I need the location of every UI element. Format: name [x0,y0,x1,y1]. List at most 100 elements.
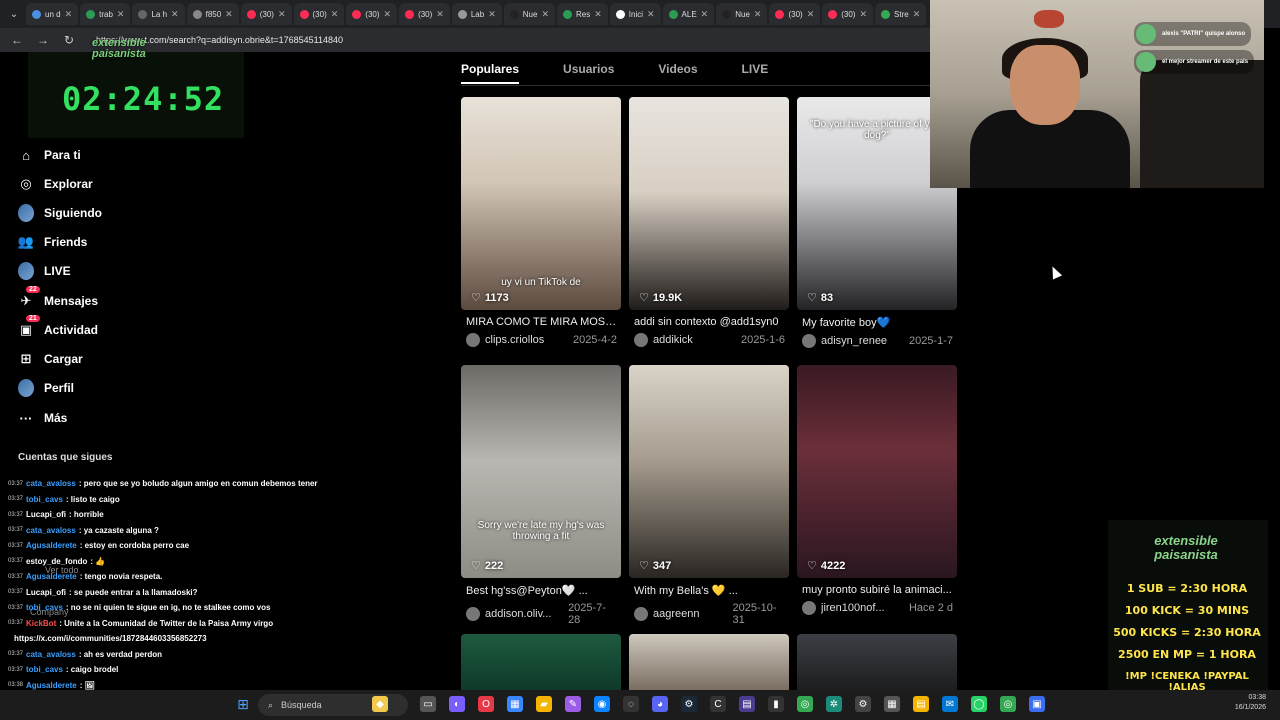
browser-tab[interactable]: Nue ✕ [716,3,768,25]
sidebar-item-home[interactable]: ⌂ Para ti [18,147,81,163]
video-card[interactable]: ♡ 347 With my Bella's 💛 ... aagreenn 2025-10… [629,365,789,626]
browser-tab[interactable]: (30) ✕ [346,3,398,25]
tab-close-icon[interactable]: ✕ [331,9,339,20]
tab-close-icon[interactable]: ✕ [807,9,815,20]
chat-username[interactable]: Agusalderete [26,681,77,690]
video-author[interactable]: aagreenn [653,608,728,620]
video-thumbnail[interactable]: ♡ 4222 [797,365,957,578]
browser-tab[interactable]: Lab ✕ [451,3,502,25]
chat-username[interactable]: Agusalderete [26,572,77,581]
sidebar-item-profile[interactable]: Perfil [18,379,74,397]
sidebar-item-live[interactable]: LIVE [18,262,71,280]
sidebar-item-explore[interactable]: ◎ Explorar [18,176,92,192]
kick-app-icon[interactable]: ✲ [826,696,842,712]
store-icon[interactable]: ▦ [507,696,523,712]
sidebar-item-upload[interactable]: ⊞ Cargar [18,351,83,367]
author-avatar[interactable] [466,333,480,347]
tab-live[interactable]: LIVE [742,62,769,84]
discord-icon[interactable]: ◕ [652,696,668,712]
browser-tab[interactable]: Nue ✕ [503,3,555,25]
video-thumbnail[interactable]: Sorry we're late my hg's was throwing a … [461,365,621,578]
tab-close-icon[interactable]: ✕ [117,9,125,20]
sidebar-item-friends[interactable]: 👥 Friends [18,234,87,250]
tab-close-icon[interactable]: ✕ [171,9,179,20]
tab-populares[interactable]: Populares [461,62,520,84]
browser-tab[interactable]: ALE ✕ [662,3,715,25]
chrome-icon[interactable]: ◎ [797,696,813,712]
video-card[interactable]: uy vi un TikTok de ♡ 1173 MIRA COMO TE MIRA… [461,97,621,347]
tab-close-icon[interactable]: ✕ [488,9,496,20]
notes-icon[interactable]: ▤ [913,696,929,712]
video-author[interactable]: adisyn_renee [821,335,901,347]
video-card[interactable]: Sorry we're late my hg's was throwing a … [461,365,621,626]
video-card[interactable] [797,634,957,690]
tab-close-icon[interactable]: ✕ [541,9,549,20]
tab-usuarios[interactable]: Usuarios [563,62,614,84]
chat-username[interactable]: cata_avaloss [26,526,76,535]
sidebar-item-messages[interactable]: ✈ 22 Mensajes [18,286,98,309]
browser-tab[interactable]: (30) ✕ [293,3,345,25]
tab-close-icon[interactable]: ✕ [754,9,762,20]
video-thumbnail[interactable] [797,634,957,690]
video-author[interactable]: jiren100nof... [821,602,901,614]
video-thumbnail[interactable]: ♡ 19.9K [629,97,789,310]
video-card[interactable]: ♡ 19.9K addi sin contexto @add1syn0 addikic… [629,97,789,347]
settings-icon[interactable]: ⚙ [855,696,871,712]
tab-close-icon[interactable]: ✕ [647,9,655,20]
steam-icon[interactable]: ⚙ [681,696,697,712]
browser-tab[interactable]: Inici ✕ [609,3,661,25]
browser-tab[interactable]: Res ✕ [556,3,608,25]
browser-tab[interactable]: un d ✕ [26,3,79,25]
cursor-app-icon[interactable]: C [710,696,726,712]
chrome-dev-icon[interactable]: ◌ [623,696,639,712]
chat-username[interactable]: Agusalderete [26,541,77,550]
tab-videos[interactable]: Videos [658,62,697,84]
mail-icon[interactable]: ✉ [942,696,958,712]
video-author[interactable]: addison.oliv... [485,608,563,620]
calculator-icon[interactable]: ▦ [884,696,900,712]
chat-username[interactable]: Lucapi_ofi [26,588,66,597]
tab-close-icon[interactable]: ✕ [225,9,233,20]
video-card[interactable]: ♡ 4222 muy pronto subiré la animaci... jire… [797,365,957,615]
copilot-icon[interactable]: ◐ [449,696,465,712]
browser-tab[interactable]: (30) ✕ [399,3,450,25]
tab-close-icon[interactable]: ✕ [701,9,709,20]
browser-tab[interactable]: (30) ✕ [769,3,821,25]
terminal-icon[interactable]: ▮ [768,696,784,712]
video-author[interactable]: clips.criollos [485,334,565,346]
pen-icon[interactable]: ✎ [565,696,581,712]
chat-username[interactable]: tobi_cavs [26,665,63,674]
tab-close-icon[interactable]: ✕ [384,9,392,20]
author-avatar[interactable] [802,601,816,615]
tab-close-icon[interactable]: ✕ [278,9,286,20]
chrome-profile-icon[interactable]: ◎ [1000,696,1016,712]
browser-tab[interactable]: Stre ✕ [875,3,927,25]
chat-username[interactable]: tobi_cavs [26,495,63,504]
video-card[interactable] [461,634,621,690]
app-icon[interactable]: ▤ [739,696,755,712]
tab-close-icon[interactable]: ✕ [594,9,602,20]
video-author[interactable]: addikick [653,334,733,346]
task-view-icon[interactable]: ▭ [420,696,436,712]
chat-username[interactable]: tobi_cavs [26,603,63,612]
browser-tab[interactable]: (30) ✕ [240,3,292,25]
video-title[interactable]: Best hg'ss@Peyton🤍 ... [461,584,621,597]
browser-tab[interactable]: trab ✕ [80,3,131,25]
edge-icon[interactable]: ◉ [594,696,610,712]
author-avatar[interactable] [634,607,648,621]
author-avatar[interactable] [634,333,648,347]
video-thumbnail[interactable] [629,634,789,690]
windows-start-icon[interactable]: ⊞ [235,696,251,712]
sidebar-item-activity[interactable]: ▣ 21 Actividad [18,315,98,338]
video-thumbnail[interactable]: ♡ 347 [629,365,789,578]
video-thumbnail[interactable] [461,634,621,690]
app-blue-icon[interactable]: ▣ [1029,696,1045,712]
video-title[interactable]: muy pronto subiré la animaci... [797,584,957,596]
video-card[interactable] [629,634,789,690]
forward-arrow-icon[interactable]: → [34,33,52,47]
folder-icon[interactable]: ▰ [536,696,552,712]
browser-tab[interactable]: La h ✕ [132,3,185,25]
author-avatar[interactable] [466,607,480,621]
video-title[interactable]: MIRA COMO TE MIRA MOSK... [461,316,621,328]
video-title[interactable]: My favorite boy💙 [797,316,957,329]
